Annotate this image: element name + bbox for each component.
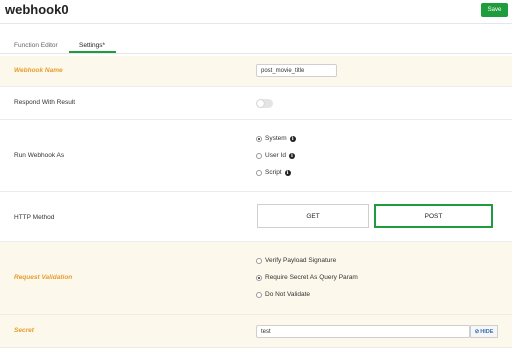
- info-icon[interactable]: i: [284, 169, 291, 176]
- run-as-user-id-option[interactable]: User Id i: [256, 152, 295, 159]
- page-title: webhook0: [5, 2, 69, 17]
- respond-toggle[interactable]: [256, 99, 273, 108]
- radio-icon[interactable]: [256, 291, 262, 298]
- eye-slash-icon: ⊘: [474, 328, 480, 335]
- post-method-button[interactable]: POST: [374, 204, 493, 228]
- respond-row: Respond With Result: [0, 87, 512, 120]
- radio-icon[interactable]: [256, 169, 262, 176]
- verify-signature-label: Verify Payload Signature: [265, 257, 337, 264]
- secret-input[interactable]: test: [256, 325, 470, 338]
- radio-selected-icon[interactable]: [256, 274, 262, 281]
- active-tab-indicator: [69, 51, 116, 53]
- run-as-system-option[interactable]: System i: [256, 135, 296, 142]
- http-method-label: HTTP Method: [14, 214, 55, 221]
- top-bar: webhook0 Save: [0, 0, 512, 24]
- secret-row: Secret test: [0, 315, 512, 348]
- run-as-user-id-label: User Id: [265, 152, 286, 159]
- require-secret-option[interactable]: Require Secret As Query Param: [256, 274, 358, 281]
- verify-signature-option[interactable]: Verify Payload Signature: [256, 257, 336, 264]
- webhook-name-input[interactable]: post_movie_title: [256, 64, 337, 77]
- run-as-system-label: System: [265, 135, 287, 142]
- request-validation-label: Request Validation: [14, 274, 73, 281]
- respond-label: Respond With Result: [14, 99, 76, 106]
- require-secret-label: Require Secret As Query Param: [265, 274, 358, 281]
- radio-icon[interactable]: [256, 152, 262, 159]
- radio-selected-icon[interactable]: [256, 135, 262, 142]
- request-validation-row: Request Validation Verify Payload Signat…: [0, 242, 512, 315]
- tab-bar: Function Editor Settings*: [0, 38, 512, 54]
- info-icon[interactable]: i: [289, 135, 296, 142]
- run-as-row: Run Webhook As System i User Id i Script…: [0, 120, 512, 192]
- hide-button-label: HIDE: [480, 328, 494, 335]
- tab-function-editor[interactable]: Function Editor: [14, 42, 58, 49]
- secret-label: Secret: [14, 327, 34, 334]
- hide-secret-button[interactable]: ⊘ HIDE: [470, 325, 498, 338]
- webhook-name-label: Webhook Name: [14, 67, 63, 74]
- get-method-button[interactable]: GET: [257, 204, 369, 228]
- radio-icon[interactable]: [256, 257, 262, 264]
- webhook-name-row: Webhook Name post_movie_title: [0, 56, 512, 87]
- toggle-knob: [257, 100, 264, 107]
- run-as-script-label: Script: [265, 169, 282, 176]
- do-not-validate-option[interactable]: Do Not Validate: [256, 291, 310, 298]
- info-icon[interactable]: i: [288, 152, 295, 159]
- tab-settings[interactable]: Settings*: [79, 42, 105, 49]
- save-button[interactable]: Save: [481, 3, 508, 17]
- run-as-label: Run Webhook As: [14, 152, 65, 159]
- run-as-script-option[interactable]: Script i: [256, 169, 291, 176]
- do-not-validate-label: Do Not Validate: [265, 291, 311, 298]
